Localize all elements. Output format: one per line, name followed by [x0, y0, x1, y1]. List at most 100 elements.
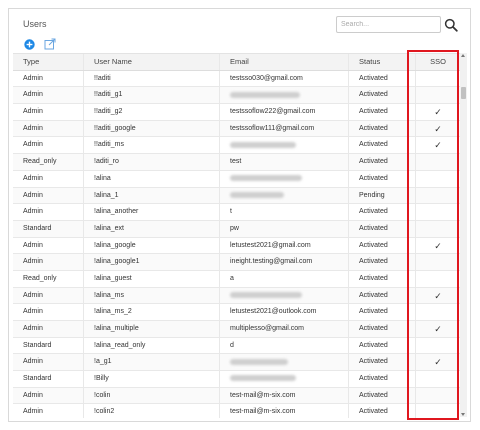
- table-row[interactable]: Admin !alina_1 Pending: [13, 187, 460, 205]
- redacted-email: [230, 358, 288, 365]
- cell-status: Activated: [349, 387, 416, 404]
- scroll-thumb[interactable]: [461, 87, 466, 99]
- cell-status: Activated: [349, 254, 416, 270]
- cell-type: Standard: [13, 371, 84, 387]
- cell-sso: ✓: [434, 324, 442, 334]
- cell-email: [220, 371, 349, 387]
- table-row[interactable]: Admin !alina Activated: [13, 170, 460, 188]
- cell-email: [220, 287, 349, 304]
- cell-status: Activated: [349, 321, 416, 337]
- cell-email: testssoflow111@gmail.com: [220, 120, 349, 137]
- table-row[interactable]: Read_only !aditi_ro test Activated: [13, 154, 460, 171]
- cell-email: d: [220, 337, 349, 354]
- cell-user-name: !!aditi_g1: [84, 87, 220, 104]
- cell-sso: ✓: [434, 140, 442, 151]
- cell-user-name: !!aditi: [84, 70, 220, 87]
- table-row[interactable]: Admin !alina_ms Activated ✓: [13, 287, 460, 305]
- cell-email: ineight.testing@gmail.com: [220, 254, 349, 270]
- cell-type: Standard: [13, 220, 84, 237]
- cell-status: Activated: [349, 304, 416, 320]
- vertical-scrollbar[interactable]: [460, 53, 467, 417]
- cell-email: [220, 354, 349, 371]
- table-row[interactable]: Read_only !alina_guest a Activated: [13, 270, 460, 288]
- cell-type: Admin: [13, 237, 84, 254]
- redacted-email: [230, 291, 302, 298]
- cell-email: test: [220, 154, 349, 170]
- column-header-email[interactable]: Email: [220, 54, 349, 70]
- table-row[interactable]: Admin !!aditi testsso030@gmail.com Activate…: [13, 70, 460, 88]
- cell-type: Standard: [13, 337, 84, 354]
- cell-sso: [416, 271, 460, 287]
- cell-email: test-mail@m-six.com: [220, 404, 349, 418]
- cell-sso: [416, 221, 460, 237]
- cell-user-name: !alina_another: [84, 204, 220, 220]
- cell-user-name: !alina_ext: [84, 220, 220, 237]
- column-header-status[interactable]: Status: [349, 54, 416, 70]
- cell-status: Activated: [349, 204, 416, 220]
- cell-user-name: !!aditi_google: [84, 120, 220, 137]
- column-header-type[interactable]: Type: [13, 54, 84, 70]
- redacted-email: [230, 191, 284, 198]
- table-row[interactable]: Admin !alina_multiple multiplesso@gmail.co…: [13, 321, 460, 338]
- table-row[interactable]: Admin !!aditi_google testssoflow111@gmail.…: [13, 120, 460, 138]
- cell-user-name: !alina_ms: [84, 287, 220, 304]
- cell-status: Pending: [349, 187, 416, 204]
- export-icon[interactable]: [44, 38, 56, 50]
- cell-status: Activated: [349, 220, 416, 237]
- table-row[interactable]: Admin !colin test-mail@m-six.com Activated: [13, 387, 460, 405]
- table-row[interactable]: Standard !alina_read_only d Activated: [13, 337, 460, 355]
- table-row[interactable]: Admin !!aditi_g2 testssoflow222@gmail.com A…: [13, 104, 460, 121]
- table-body: Admin !!aditi testsso030@gmail.com Activate…: [13, 70, 460, 418]
- search-input[interactable]: [336, 16, 441, 33]
- cell-sso: [416, 171, 460, 187]
- cell-sso: [416, 304, 460, 320]
- table-row[interactable]: Admin !alina_ms_2 letustest2021@outlook.co…: [13, 304, 460, 321]
- add-circle-icon[interactable]: [24, 39, 35, 50]
- cell-type: Admin: [13, 254, 84, 270]
- cell-type: Admin: [13, 87, 84, 104]
- scroll-down-arrow-icon[interactable]: [461, 413, 465, 416]
- table-row[interactable]: Admin !a_g1 Activated ✓: [13, 354, 460, 372]
- table-row[interactable]: Standard !Billy Activated: [13, 371, 460, 388]
- cell-sso: ✓: [434, 240, 442, 251]
- redacted-email: [230, 91, 300, 98]
- cell-user-name: !Billy: [84, 371, 220, 387]
- redacted-email: [230, 375, 296, 382]
- cell-email: a: [220, 270, 349, 287]
- table-row[interactable]: Admin !!aditi_g1 Activated: [13, 87, 460, 105]
- cell-email: letustest2021@outlook.com: [220, 304, 349, 320]
- cell-user-name: !aditi_ro: [84, 154, 220, 170]
- search-icon[interactable]: [444, 18, 458, 32]
- cell-sso: [416, 204, 460, 220]
- table-row[interactable]: Admin !alina_another t Activated: [13, 204, 460, 221]
- cell-type: Admin: [13, 321, 84, 337]
- cell-status: Activated: [349, 87, 416, 104]
- cell-status: Activated: [349, 170, 416, 187]
- table-row[interactable]: Admin !alina_google letustest2021@gmail.co…: [13, 237, 460, 255]
- cell-status: Activated: [349, 104, 416, 120]
- redacted-email: [230, 141, 296, 148]
- table-row[interactable]: Standard !alina_ext pw Activated: [13, 220, 460, 238]
- cell-email: multiplesso@gmail.com: [220, 321, 349, 337]
- cell-status: Activated: [349, 154, 416, 170]
- cell-sso: [416, 154, 460, 170]
- cell-type: Admin: [13, 104, 84, 120]
- scroll-up-arrow-icon[interactable]: [461, 54, 465, 57]
- column-header-sso[interactable]: SSO: [416, 54, 460, 70]
- table-row[interactable]: Admin !alina_google1 ineight.testing@gmail…: [13, 254, 460, 271]
- table-row[interactable]: Admin !!aditi_ms Activated ✓: [13, 137, 460, 155]
- cell-status: Activated: [349, 287, 416, 304]
- table-row[interactable]: Admin !colin2 test-mail@m-six.com Activated: [13, 404, 460, 418]
- cell-status: Activated: [349, 337, 416, 354]
- users-panel: Users Type User Name Email Status SSO Ad…: [8, 8, 471, 422]
- cell-status: Activated: [349, 371, 416, 387]
- column-header-user-name[interactable]: User Name: [84, 54, 220, 70]
- cell-type: Admin: [13, 170, 84, 187]
- cell-type: Admin: [13, 187, 84, 204]
- cell-email: testsso030@gmail.com: [220, 70, 349, 87]
- cell-status: Activated: [349, 270, 416, 287]
- cell-user-name: !colin: [84, 387, 220, 404]
- cell-type: Admin: [13, 204, 84, 220]
- cell-sso: [416, 388, 460, 404]
- cell-sso: [416, 404, 460, 418]
